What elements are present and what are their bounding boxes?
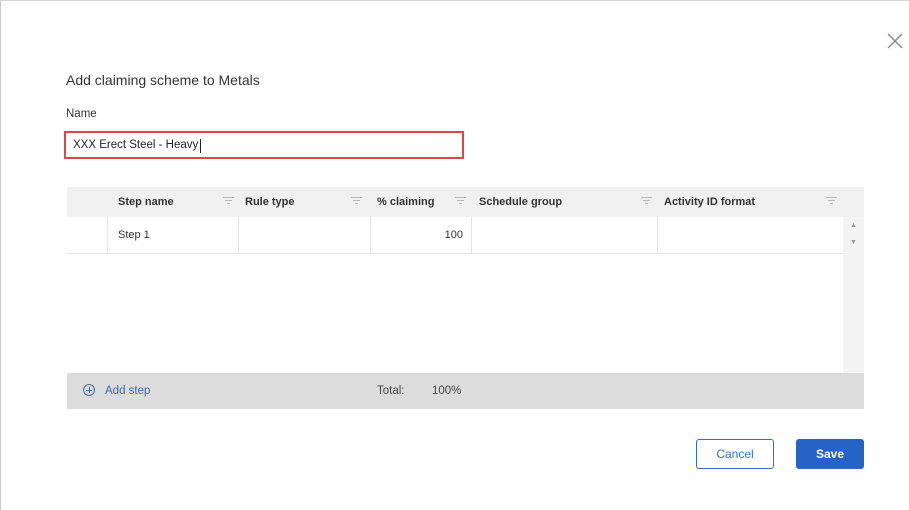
- add-step-label: Add step: [105, 385, 151, 397]
- column-header-schedule-group[interactable]: Schedule group: [479, 187, 659, 217]
- cancel-button[interactable]: Cancel: [696, 439, 774, 469]
- add-circle-icon: [83, 384, 95, 396]
- total-value: 100%: [432, 385, 462, 397]
- column-header-activity-id-format[interactable]: Activity ID format: [664, 187, 844, 217]
- column-header-claiming[interactable]: % claiming: [377, 187, 469, 217]
- column-header-label: % claiming: [377, 196, 435, 208]
- filter-icon[interactable]: [455, 197, 466, 206]
- cell-step-name[interactable]: Step 1: [118, 217, 233, 253]
- cell-claiming[interactable]: 100: [373, 217, 463, 253]
- add-claiming-scheme-dialog: Add claiming scheme to Metals Name Step …: [1, 1, 909, 510]
- dialog-title: Add claiming scheme to Metals: [66, 72, 260, 88]
- column-header-label: Step name: [118, 196, 174, 208]
- column-header-step-name[interactable]: Step name: [118, 187, 239, 217]
- vertical-scrollbar[interactable]: ▲ ▼: [843, 217, 864, 373]
- scroll-down-icon[interactable]: ▼: [850, 239, 857, 246]
- scroll-up-icon[interactable]: ▲: [850, 222, 857, 229]
- text-caret: [200, 139, 201, 153]
- cell-rule-type[interactable]: [243, 217, 365, 253]
- cell-activity-id-format[interactable]: [663, 217, 838, 253]
- name-input[interactable]: [64, 131, 464, 159]
- filter-icon[interactable]: [223, 197, 234, 206]
- cell-schedule-group[interactable]: [477, 217, 652, 253]
- steps-grid: Step name Rule type % claiming Schedule …: [67, 187, 864, 409]
- total-label: Total:: [377, 385, 405, 397]
- column-divider: [238, 217, 239, 253]
- grid-header: Step name Rule type % claiming Schedule …: [67, 187, 864, 217]
- filter-icon[interactable]: [826, 197, 837, 206]
- close-button[interactable]: [881, 27, 909, 55]
- column-divider: [471, 217, 472, 253]
- column-header-label: Schedule group: [479, 196, 563, 208]
- column-divider: [107, 217, 108, 253]
- name-label: Name: [66, 108, 97, 120]
- grid-footer: Add step Total: 100%: [67, 373, 864, 409]
- filter-icon[interactable]: [641, 197, 652, 206]
- column-header-label: Activity ID format: [664, 196, 756, 208]
- close-icon: [887, 33, 903, 49]
- column-divider: [657, 217, 658, 253]
- table-row[interactable]: Step 1 100: [67, 217, 843, 254]
- column-header-label: Rule type: [245, 196, 295, 208]
- save-button[interactable]: Save: [796, 439, 864, 469]
- column-divider: [370, 217, 371, 253]
- filter-icon[interactable]: [351, 197, 362, 206]
- column-header-rule-type[interactable]: Rule type: [245, 187, 367, 217]
